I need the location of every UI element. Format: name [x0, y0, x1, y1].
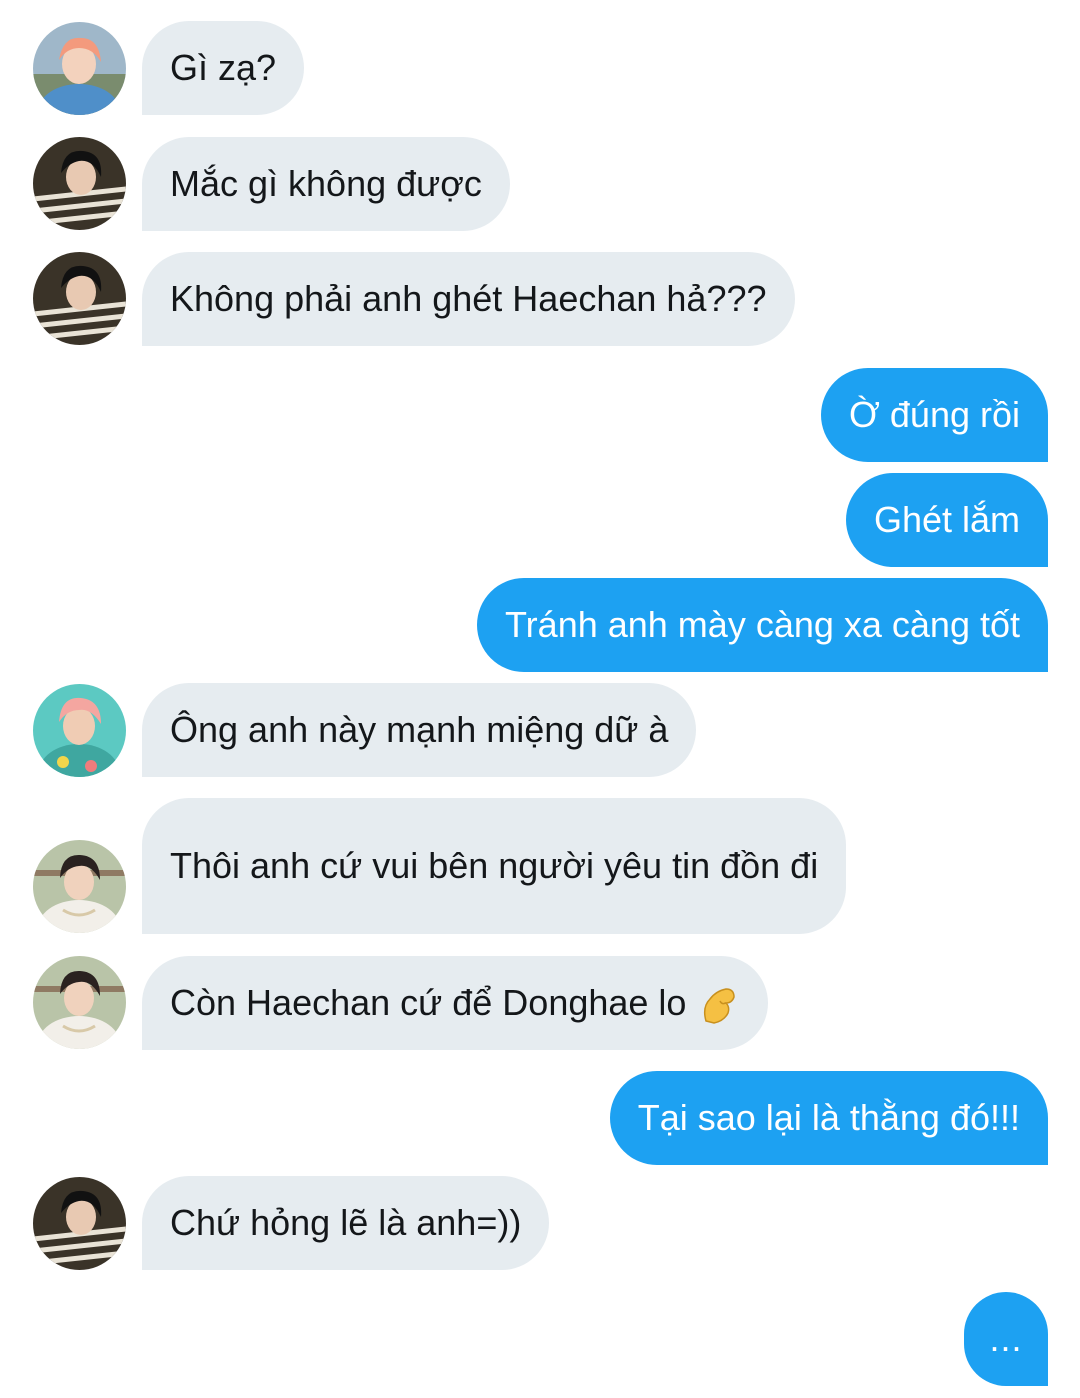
- message-bubble[interactable]: Mắc gì không được: [142, 137, 510, 231]
- avatar[interactable]: [33, 956, 126, 1049]
- avatar-orange-hair-icon: [33, 22, 126, 115]
- message-bubble[interactable]: Ghét lắm: [845, 473, 1048, 567]
- message-bubble[interactable]: Không phải anh ghét Haechan hả???: [142, 252, 795, 346]
- message-text: Còn Haechan cứ để Donghae lo: [170, 982, 687, 1023]
- message-bubble[interactable]: Ờ đúng rồi: [821, 368, 1048, 462]
- chat-thread: Gì zạ? Mắc gì không được Không phải anh …: [0, 0, 1080, 1398]
- avatar-black-hair-stripes-icon: [33, 252, 126, 345]
- pinching-hand-emoji-icon: [704, 988, 736, 1024]
- message-bubble[interactable]: Tránh anh mày càng xa càng tốt: [477, 578, 1048, 672]
- typing-indicator: ...: [964, 1292, 1048, 1386]
- message-bubble[interactable]: Tại sao lại là thằng đó!!!: [609, 1071, 1048, 1165]
- message-bubble[interactable]: Gì zạ?: [142, 21, 305, 115]
- avatar[interactable]: [33, 840, 126, 933]
- avatar-black-hair-stripes-icon: [33, 1177, 126, 1270]
- message-bubble[interactable]: Thôi anh cứ vui bên người yêu tin đồn đi: [142, 798, 847, 934]
- avatar-black-hair-stripes-icon: [33, 137, 126, 230]
- avatar[interactable]: [33, 684, 126, 777]
- avatar-dark-hair-white-shirt-icon: [33, 840, 126, 933]
- message-bubble[interactable]: Ông anh này mạnh miệng dữ à: [142, 683, 697, 777]
- avatar-pink-hair-floral-icon: [33, 684, 126, 777]
- avatar[interactable]: [33, 1177, 126, 1270]
- avatar[interactable]: [33, 137, 126, 230]
- avatar[interactable]: [33, 252, 126, 345]
- message-bubble[interactable]: Còn Haechan cứ để Donghae lo: [142, 956, 769, 1050]
- avatar[interactable]: [33, 22, 126, 115]
- message-bubble[interactable]: Chứ hỏng lẽ là anh=)): [142, 1176, 550, 1270]
- avatar-dark-hair-white-shirt-icon: [33, 956, 126, 1049]
